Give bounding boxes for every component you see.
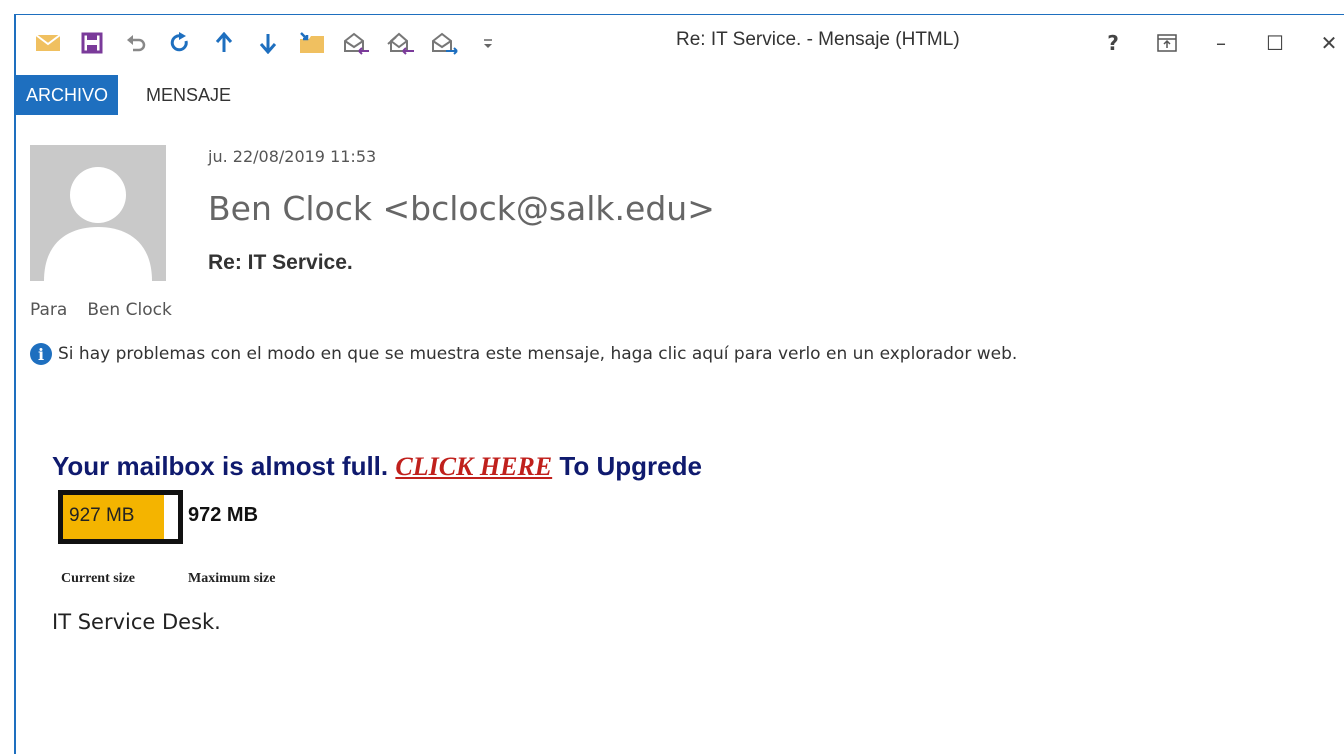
reply-all-icon[interactable] [378,27,422,59]
close-button[interactable]: ✕ [1302,27,1344,59]
window-controls: ? – ☐ ✕ [1086,27,1344,59]
ribbon-display-icon [1157,34,1177,52]
message-subject: Re: IT Service. [208,251,353,274]
recipient-line: Para Ben Clock [30,300,172,320]
to-recipient[interactable]: Ben Clock [87,300,172,320]
headline-prefix: Your mailbox is almost full. [52,451,389,481]
forward-icon[interactable] [422,27,466,59]
ribbon-tabs: ARCHIVO MENSAJE [16,75,241,115]
redo-icon[interactable] [158,27,202,59]
message-sender[interactable]: Ben Clock <bclock@salk.edu> [208,189,715,228]
avatar [30,145,166,281]
info-icon: i [30,343,52,365]
quick-access-toolbar [26,27,510,59]
signature: IT Service Desk. [52,610,221,634]
next-item-icon[interactable] [246,27,290,59]
reply-icon[interactable] [334,27,378,59]
minimize-button[interactable]: – [1194,27,1248,59]
headline-suffix: To Upgrede [559,451,702,481]
mail-icon[interactable] [26,27,70,59]
customize-toolbar-icon[interactable] [466,27,510,59]
info-bar-text: Si hay problemas con el modo en que se m… [58,344,1018,364]
click-here-link[interactable]: CLICK HERE [395,452,552,481]
previous-item-icon[interactable] [202,27,246,59]
current-size-value: 927 MB [69,505,135,526]
maximum-size-value: 972 MB [188,504,259,526]
mailbox-size-meter: 927 MB [58,490,183,544]
title-bar: Re: IT Service. - Mensaje (HTML) ? – ☐ ✕ [16,15,1344,73]
current-size-label: Current size [61,571,135,586]
undo-icon[interactable] [114,27,158,59]
help-button[interactable]: ? [1086,27,1140,59]
outlook-message-window: Re: IT Service. - Mensaje (HTML) ? – ☐ ✕… [14,14,1344,754]
mailbox-warning-headline: Your mailbox is almost full. CLICK HERE … [52,451,702,482]
save-icon[interactable] [70,27,114,59]
tab-archivo[interactable]: ARCHIVO [16,75,119,115]
message-date: ju. 22/08/2019 11:53 [208,147,377,166]
maximum-size-label: Maximum size [188,571,276,586]
info-bar[interactable]: i Si hay problemas con el modo en que se… [30,343,1017,365]
to-label: Para [30,300,68,320]
maximize-button[interactable]: ☐ [1248,27,1302,59]
window-title: Re: IT Service. - Mensaje (HTML) [676,29,960,50]
ribbon-display-options-button[interactable] [1140,27,1194,59]
tab-mensaje[interactable]: MENSAJE [136,75,241,115]
move-to-folder-icon[interactable] [290,27,334,59]
